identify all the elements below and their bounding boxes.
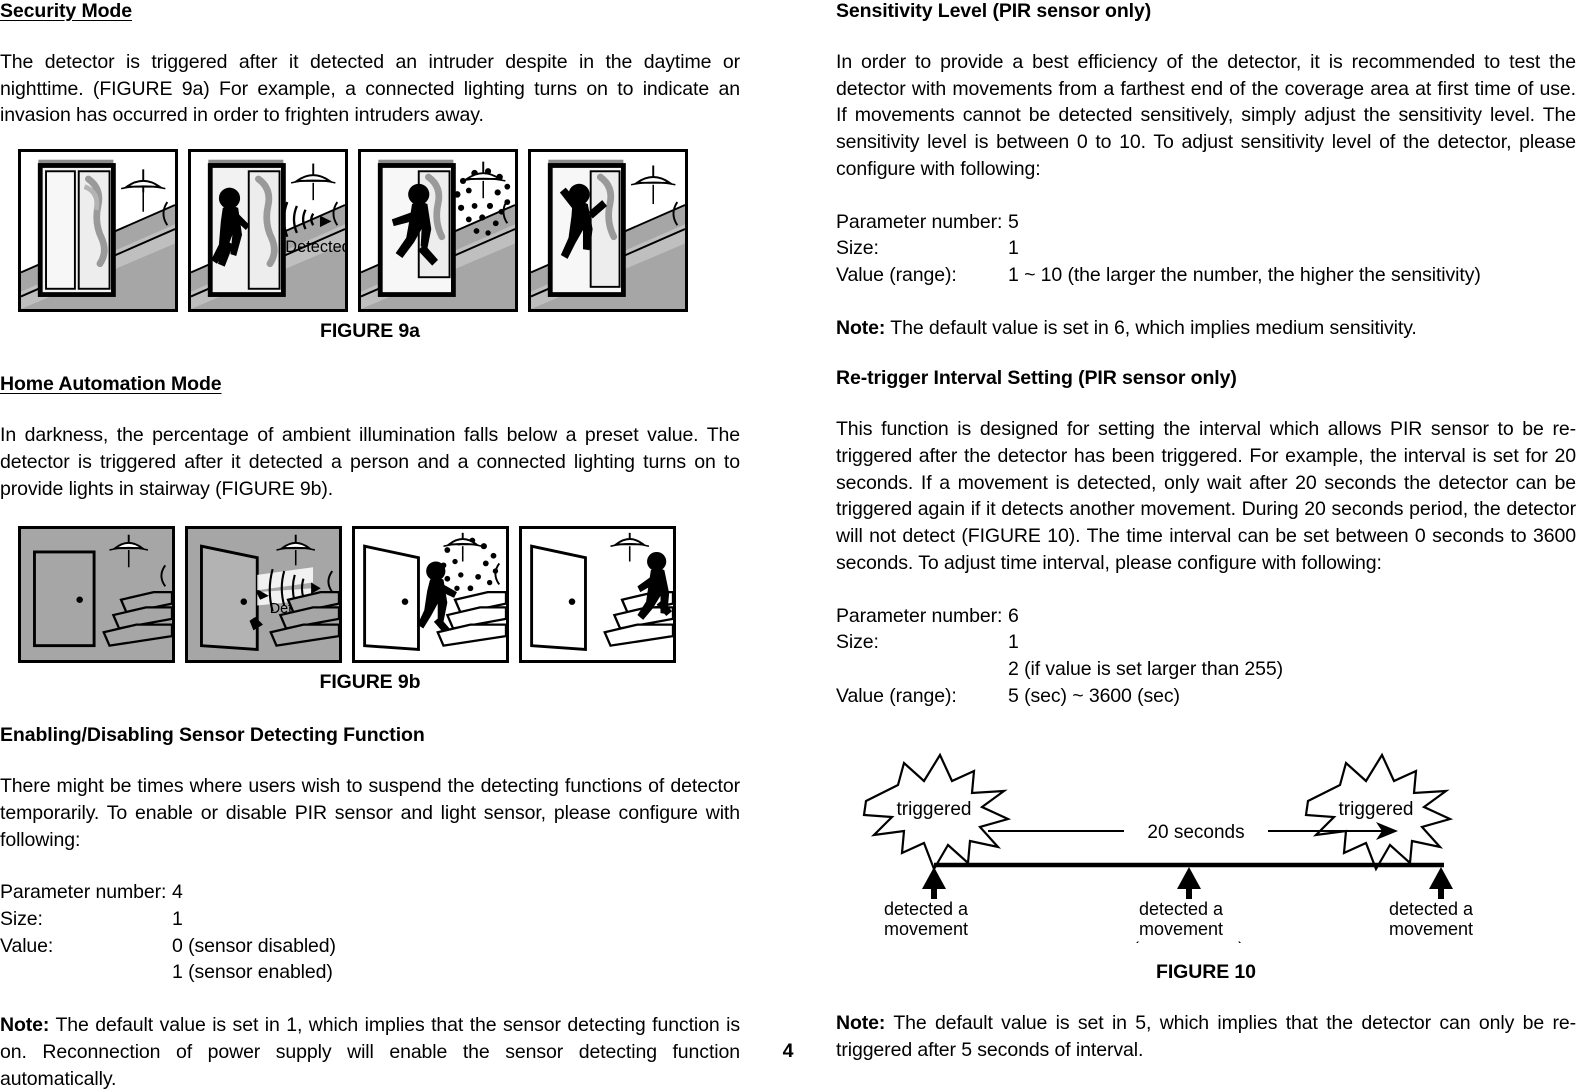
marker-middle-line3: (no response): [1133, 939, 1244, 943]
right-column: Sensitivity Level (PIR sensor only) In o…: [836, 0, 1576, 1064]
figure-9a-panel-3: [358, 149, 518, 313]
burst-right-label: triggered: [1339, 799, 1414, 820]
note-text: The default value is set in 6, which imp…: [885, 316, 1417, 339]
parameter-value: 0 (sensor disabled): [172, 934, 336, 957]
timeline-marker-left: [922, 867, 946, 900]
parameter-row: Size: 1: [0, 906, 740, 933]
paragraph-enabling-disabling: There might be times where users wish to…: [0, 775, 740, 851]
left-column: Security Mode The detector is triggered …: [0, 0, 740, 1092]
parameter-label: Value:: [0, 934, 54, 957]
parameter-row: 1 (sensor enabled): [0, 959, 740, 986]
parameter-list-sensitivity: Parameter number: 5 Size: 1 Value (range…: [836, 209, 1576, 289]
parameter-row: Value (range): 1 ~ 10 (the larger the nu…: [836, 262, 1576, 289]
burst-triggered-right: triggered: [1304, 753, 1454, 872]
timeline-marker-middle: [1177, 867, 1201, 900]
figure-9a-panel-4: [528, 149, 688, 313]
figure-9a-panel-1: [18, 149, 178, 313]
parameter-label: [0, 959, 172, 986]
parameter-label: Size:: [0, 908, 43, 931]
figure-9b-panel-1: [18, 526, 175, 664]
parameter-list-retrigger: Parameter number: 6 Size: 1 2 (if value …: [836, 603, 1576, 710]
note-label: Note:: [836, 316, 886, 339]
figure-9b-panel-4: [519, 526, 676, 664]
parameter-label: Size:: [836, 631, 879, 654]
marker-middle-line2: movement: [1139, 919, 1223, 939]
parameter-row: Parameter number: 6: [836, 603, 1576, 630]
page-number: 4: [782, 1040, 794, 1062]
parameter-row: Parameter number: 5: [836, 209, 1576, 236]
figure-10-caption: FIGURE 10: [1156, 961, 1256, 984]
heading-enabling-disabling: Enabling/Disabling Sensor Detecting Func…: [0, 724, 425, 747]
marker-right-line2: movement: [1389, 919, 1473, 939]
paragraph-security-mode: The detector is triggered after it detec…: [0, 51, 740, 127]
parameter-label: Value (range):: [836, 263, 957, 286]
note-label: Note:: [836, 1012, 886, 1035]
parameter-value: 1: [172, 908, 183, 931]
parameter-label: Parameter number:: [836, 210, 1003, 233]
parameter-value: 1 (sensor enabled): [172, 961, 333, 984]
parameter-value: 4: [172, 881, 183, 904]
timeline-label-left: detected a movement: [884, 899, 969, 939]
figure-9b-panel-3: [352, 526, 509, 664]
parameter-row: Value (range): 5 (sec) ~ 3600 (sec): [836, 683, 1576, 710]
figure-9b-panel-2: Detected: [185, 526, 342, 664]
parameter-label: [836, 656, 1008, 683]
parameter-row: 2 (if value is set larger than 255): [836, 656, 1576, 683]
parameter-label: Value (range):: [836, 684, 957, 707]
parameter-value: 1: [1008, 631, 1019, 654]
figure-9b-panels: Detected: [0, 526, 740, 664]
figure-9a-caption: FIGURE 9a: [320, 320, 420, 343]
timeline-marker-right: [1429, 867, 1453, 900]
figure-9a-detected-label: Detected: [285, 238, 345, 256]
figure-9b-caption: FIGURE 9b: [319, 671, 421, 694]
burst-left-label: triggered: [897, 799, 972, 820]
timeline-label-right: detected a movement: [1389, 899, 1474, 939]
parameter-row: Size: 1: [836, 629, 1576, 656]
marker-right-line1: detected a: [1389, 899, 1474, 919]
parameter-value: 1 ~ 10 (the larger the number, the highe…: [1008, 263, 1481, 286]
document-page: Security Mode The detector is triggered …: [0, 0, 1576, 1090]
heading-retrigger-interval: Re-trigger Interval Setting (PIR sensor …: [836, 367, 1237, 390]
parameter-value: 5: [1008, 210, 1019, 233]
parameter-value: 1: [1008, 237, 1019, 260]
note-label: Note:: [0, 1014, 50, 1037]
paragraph-retrigger-interval: This function is designed for setting th…: [836, 418, 1576, 574]
timeline-label-middle: detected a movement (no response): [1133, 899, 1244, 943]
burst-triggered-left: triggered: [862, 753, 1012, 872]
parameter-row: Size: 1: [836, 235, 1576, 262]
marker-left-line1: detected a: [884, 899, 969, 919]
parameter-row: Parameter number: 4: [0, 879, 740, 906]
heading-sensitivity-level: Sensitivity Level (PIR sensor only): [836, 0, 1152, 22]
parameter-value: 2 (if value is set larger than 255): [1008, 657, 1284, 680]
parameter-list-enabling-disabling: Parameter number: 4 Size: 1 Value: 0 (se…: [0, 879, 740, 986]
paragraph-sensitivity-level: In order to provide a best efficiency of…: [836, 51, 1576, 180]
parameter-value: 6: [1008, 604, 1019, 627]
heading-security-mode: Security Mode: [0, 0, 132, 22]
parameter-label: Parameter number:: [836, 604, 1003, 627]
figure-10-diagram: triggered triggered 20 seconds detected …: [836, 743, 1576, 943]
figure-9a-panels: Detected: [0, 149, 740, 313]
parameter-value: 5 (sec) ~ 3600 (sec): [1008, 684, 1180, 707]
paragraph-home-automation-mode: In darkness, the percentage of ambient i…: [0, 424, 740, 500]
note-sensitivity-level: Note: The default value is set in 6, whi…: [836, 315, 1576, 342]
parameter-row: Value: 0 (sensor disabled): [0, 933, 740, 960]
heading-home-automation-mode: Home Automation Mode: [0, 373, 222, 396]
interval-label: 20 seconds: [1147, 822, 1244, 843]
marker-left-line2: movement: [884, 919, 968, 939]
marker-middle-line1: detected a: [1139, 899, 1224, 919]
parameter-label: Parameter number:: [0, 881, 167, 904]
parameter-label: Size:: [836, 237, 879, 260]
figure-9a-panel-2: Detected: [188, 149, 348, 313]
